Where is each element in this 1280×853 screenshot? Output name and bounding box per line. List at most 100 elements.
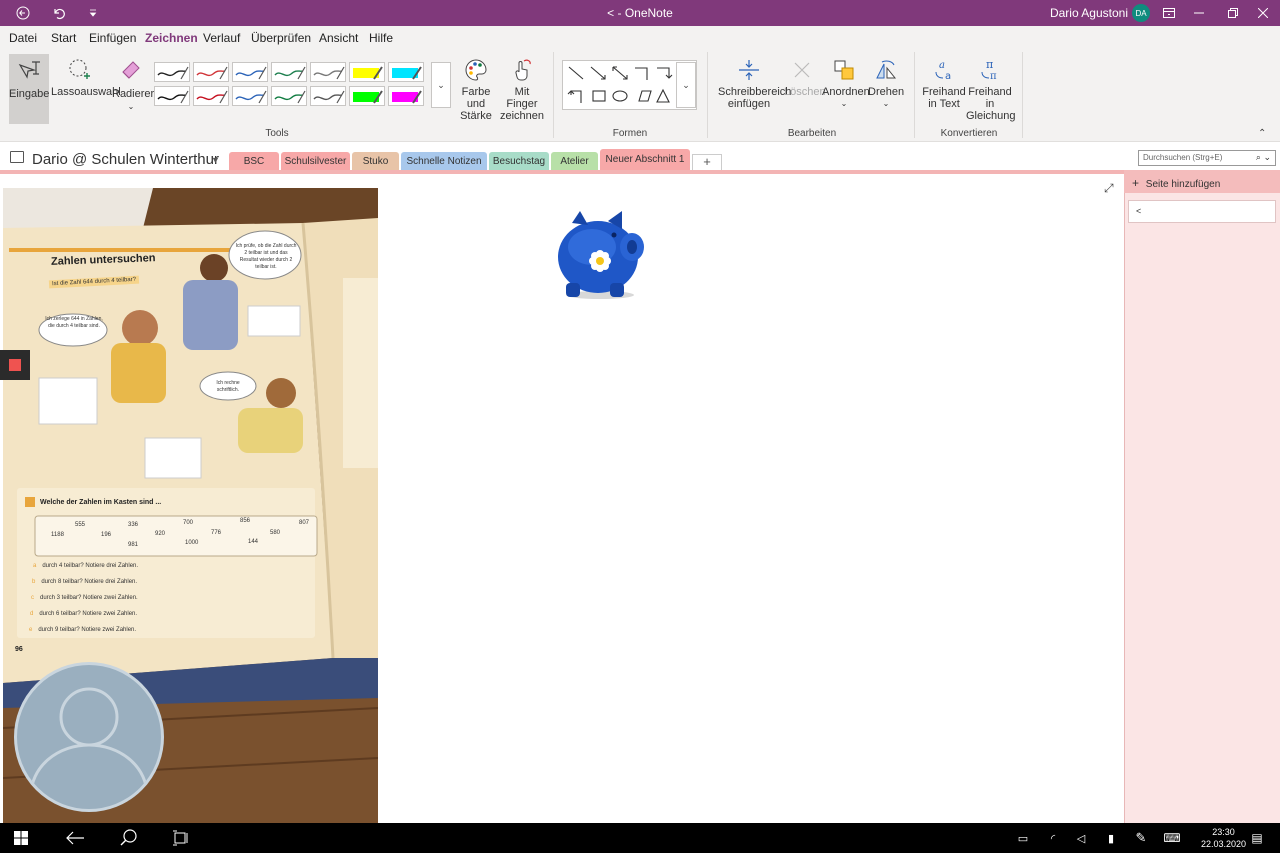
- book-task-item: c durch 3 teilbar? Notiere zwei Zahlen.: [31, 595, 138, 601]
- volume-icon[interactable]: ◁: [1070, 823, 1092, 853]
- close-icon[interactable]: [1246, 0, 1280, 26]
- book-task-title: Welche der Zahlen im Kasten sind ...: [40, 499, 162, 506]
- arrange-label: Anordnen: [822, 86, 870, 98]
- convert-group-label: Konvertieren: [940, 128, 998, 139]
- chevron-down-icon[interactable]: ▼: [211, 155, 220, 165]
- search-input[interactable]: Durchsuchen (Strg+E) ⌕ ⌄: [1138, 150, 1276, 166]
- draw-with-finger-button[interactable]: Mit Finger zeichnen: [500, 58, 544, 122]
- highlighter-swatch[interactable]: [349, 62, 385, 82]
- ink-to-math-button[interactable]: ππ Freihand in Gleichung: [966, 58, 1016, 122]
- insert-space-button[interactable]: Schreibbereich einfügen: [718, 58, 791, 110]
- page-list-item[interactable]: <: [1128, 200, 1276, 223]
- pen-swatch[interactable]: [154, 62, 190, 82]
- system-clock[interactable]: 23:30 22.03.2020: [1201, 826, 1246, 850]
- pen-swatch[interactable]: [232, 86, 268, 106]
- pen-swatch[interactable]: [193, 62, 229, 82]
- eingabe-label: Eingabe: [9, 88, 50, 100]
- notebook-icon[interactable]: [10, 151, 24, 163]
- shapes-more-button[interactable]: ⌄: [676, 62, 696, 108]
- book-number: 981: [128, 542, 139, 548]
- wifi-icon[interactable]: ◜: [1042, 823, 1064, 853]
- battery-icon[interactable]: ▭: [1012, 823, 1034, 853]
- notebook-name[interactable]: Dario @ Schulen Winterthur: [32, 151, 219, 168]
- tab-datei[interactable]: Datei: [9, 31, 37, 45]
- connector-shape-icon: [567, 90, 582, 103]
- color-thickness-label: Farbe und Stärke: [460, 86, 492, 122]
- pen-swatch[interactable]: [154, 86, 190, 106]
- task-view-icon[interactable]: [166, 823, 196, 853]
- lasso-button[interactable]: Lassoauswahl: [51, 58, 121, 98]
- tab-zeichnen[interactable]: Zeichnen: [145, 31, 198, 50]
- highlighter-swatch[interactable]: [349, 86, 385, 106]
- book-task-item: b durch 8 teilbar? Notiere drei Zahlen.: [32, 579, 137, 585]
- eingabe-button[interactable]: Eingabe: [9, 54, 49, 124]
- elbow-shape-icon: [635, 67, 648, 80]
- pen-swatch[interactable]: [193, 86, 229, 106]
- tab-verlauf[interactable]: Verlauf: [203, 31, 240, 45]
- highlighter-swatch[interactable]: [388, 62, 424, 82]
- section-tab-atelier[interactable]: Atelier: [551, 152, 598, 170]
- pen-swatch[interactable]: [271, 62, 307, 82]
- tab-ansicht[interactable]: Ansicht: [319, 31, 358, 45]
- book-task-letter: a: [33, 563, 37, 569]
- expand-icon[interactable]: ⤢: [1104, 181, 1114, 196]
- rotate-button[interactable]: Drehen ⌄: [868, 58, 904, 110]
- delete-button[interactable]: Löschen: [784, 58, 826, 98]
- pen-swatch[interactable]: [232, 62, 268, 82]
- customize-toolbar-icon[interactable]: [76, 0, 110, 26]
- avatar[interactable]: DA: [1132, 4, 1150, 22]
- chevron-down-icon[interactable]: ⌄: [128, 102, 135, 111]
- pen-workspace-icon[interactable]: ✎: [1130, 823, 1152, 853]
- pen-swatch[interactable]: [310, 86, 346, 106]
- restore-icon[interactable]: [1216, 0, 1250, 26]
- section-tab-besuchstag[interactable]: Besuchstag: [489, 152, 549, 170]
- tab-ueberpruefen[interactable]: Überprüfen: [251, 31, 311, 45]
- color-thickness-button[interactable]: Farbe und Stärke: [454, 58, 498, 122]
- book-task-text: durch 3 teilbar? Notiere zwei Zahlen.: [40, 595, 138, 601]
- ink-to-text-button[interactable]: aa Freihand in Text: [922, 58, 966, 110]
- tab-hilfe[interactable]: Hilfe: [369, 31, 393, 45]
- book-number: 196: [101, 532, 112, 538]
- chevron-down-icon[interactable]: ⌄: [868, 98, 904, 110]
- notifications-icon[interactable]: ▤: [1246, 823, 1268, 853]
- section-tab-schulsilvester[interactable]: Schulsilvester: [281, 152, 350, 170]
- pen-swatch[interactable]: [310, 62, 346, 82]
- svg-text:a: a: [945, 71, 951, 82]
- book-number: 144: [248, 539, 259, 545]
- ribbon-display-icon[interactable]: [1152, 0, 1186, 26]
- highlighter-swatch[interactable]: [388, 86, 424, 106]
- device-icon[interactable]: ▮: [1100, 823, 1122, 853]
- book-bubble-3: Ich rechne schriftlich.: [216, 380, 240, 393]
- user-name[interactable]: Dario Agustoni: [1050, 0, 1128, 26]
- back-icon[interactable]: [6, 0, 40, 26]
- book-task-item: d durch 6 teilbar? Notiere zwei Zahlen.: [30, 611, 137, 617]
- piggy-bank-image[interactable]: [552, 205, 648, 301]
- pen-swatch[interactable]: [271, 86, 307, 106]
- chevron-down-icon[interactable]: ⌄: [822, 98, 866, 110]
- record-button[interactable]: [0, 350, 30, 380]
- tab-start[interactable]: Start: [51, 31, 76, 45]
- search-icon[interactable]: ⌕ ⌄: [1256, 152, 1271, 163]
- taskbar-back-icon[interactable]: [60, 823, 90, 853]
- taskbar-search-icon[interactable]: [114, 823, 144, 853]
- section-tab-stuko[interactable]: Stuko: [352, 152, 399, 170]
- touch-keyboard-icon[interactable]: ⌨: [1160, 823, 1184, 853]
- svg-text:a: a: [939, 60, 945, 71]
- ink-to-text-label: Freihand in Text: [922, 86, 966, 110]
- collapse-ribbon-icon[interactable]: ⌃: [1258, 128, 1266, 139]
- book-page-number: 96: [15, 646, 23, 653]
- arrange-button[interactable]: Anordnen ⌄: [822, 58, 870, 110]
- section-tab-neuer-abschnitt[interactable]: Neuer Abschnitt 1: [600, 149, 690, 170]
- section-tab-bsc[interactable]: BSC: [229, 152, 279, 170]
- tab-einfuegen[interactable]: Einfügen: [89, 31, 136, 45]
- minimize-icon[interactable]: [1182, 0, 1216, 26]
- insert-space-icon: [739, 60, 759, 80]
- undo-icon[interactable]: [42, 0, 76, 26]
- windows-start-icon[interactable]: [6, 823, 36, 853]
- section-tab-schnelle-notizen[interactable]: Schnelle Notizen: [401, 152, 487, 170]
- rotate-icon: [876, 60, 897, 79]
- pen-gallery-more-button[interactable]: ⌄: [431, 62, 451, 108]
- eraser-button[interactable]: Radierer ⌄: [112, 58, 154, 113]
- add-page-button[interactable]: + Seite hinzufügen: [1124, 170, 1280, 193]
- add-section-button[interactable]: +: [692, 154, 722, 170]
